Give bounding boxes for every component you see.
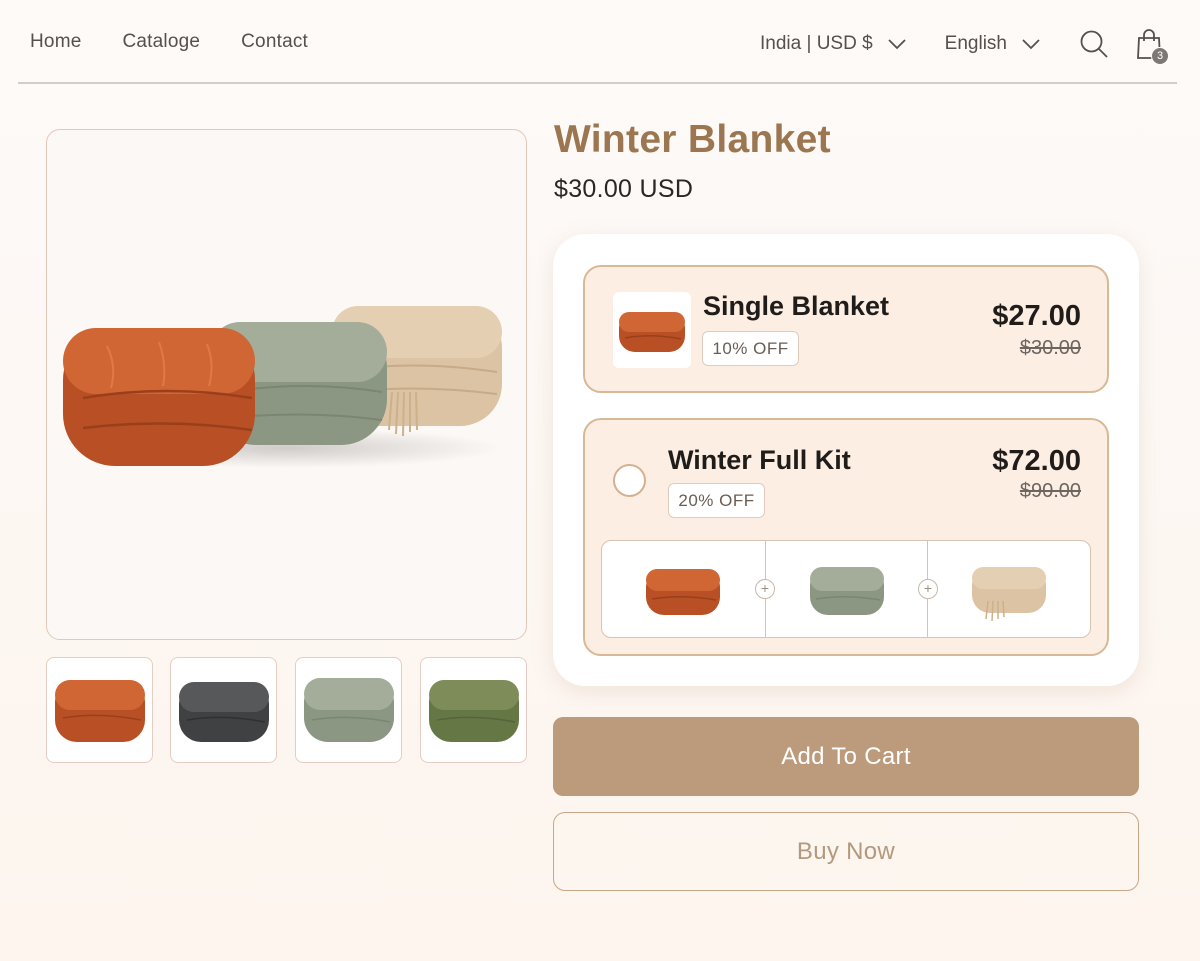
region-label: India | USD $: [760, 33, 873, 54]
nav-cataloge[interactable]: Cataloge: [122, 31, 200, 53]
chevron-down-icon: [888, 39, 906, 50]
cart-count-badge: 3: [1151, 47, 1169, 65]
kit-items-row: + +: [601, 540, 1091, 638]
language-selector[interactable]: English: [945, 33, 1041, 55]
header-actions: India | USD $ English 3: [760, 22, 1177, 66]
plus-icon: +: [918, 579, 938, 599]
search-icon: [1080, 30, 1108, 58]
discount-badge: 20% OFF: [668, 483, 765, 518]
kit-radio-button[interactable]: [613, 464, 646, 497]
plus-icon: +: [755, 579, 775, 599]
language-label: English: [944, 33, 1007, 54]
buy-now-button[interactable]: Buy Now: [553, 812, 1139, 891]
option-winter-full-kit[interactable]: Winter Full Kit 20% OFF $72.00 $90.00 + …: [583, 418, 1109, 656]
add-to-cart-button[interactable]: Add To Cart: [553, 717, 1139, 796]
main-nav: Home Cataloge Contact: [30, 31, 349, 53]
chevron-down-icon: [1022, 39, 1040, 50]
nav-home[interactable]: Home: [30, 31, 81, 53]
kit-item-sage: [765, 541, 928, 637]
folded-blankets-image: [63, 306, 502, 468]
olive-blanket-thumb: [429, 680, 519, 742]
option-name: Single Blanket: [703, 291, 890, 321]
site-header: Home Cataloge Contact India | USD $ Engl…: [18, 0, 1177, 84]
region-selector[interactable]: India | USD $: [760, 33, 907, 55]
orange-blanket-thumb: [55, 680, 145, 742]
option-price: $27.00: [992, 300, 1081, 332]
kit-item-orange: [602, 541, 765, 637]
option-old-price: $90.00: [1019, 480, 1081, 502]
option-name: Winter Full Kit: [668, 445, 851, 475]
thumbnail-sage[interactable]: [295, 657, 402, 763]
product-title: Winter Blanket: [554, 118, 831, 161]
discount-badge: 10% OFF: [702, 331, 799, 366]
bundle-options-card: Single Blanket 10% OFF $27.00 $30.00 Win…: [553, 234, 1139, 686]
cart-button[interactable]: 3: [1136, 28, 1169, 65]
thumbnail-olive[interactable]: [420, 657, 527, 763]
single-blanket-image: [613, 292, 691, 368]
sage-blanket-thumb: [304, 678, 394, 742]
nav-contact[interactable]: Contact: [241, 31, 308, 53]
thumbnail-charcoal[interactable]: [170, 657, 277, 763]
product-price: $30.00 USD: [554, 175, 694, 203]
option-old-price: $30.00: [1019, 337, 1081, 359]
thumbnail-orange[interactable]: [46, 657, 153, 763]
search-button[interactable]: [1079, 29, 1109, 59]
kit-item-beige: [928, 541, 1091, 637]
thumbnail-strip: [46, 657, 527, 763]
option-price: $72.00: [992, 445, 1081, 477]
charcoal-blanket-thumb: [179, 682, 269, 742]
product-main-image[interactable]: [46, 129, 527, 640]
option-single-blanket[interactable]: Single Blanket 10% OFF $27.00 $30.00: [583, 265, 1109, 393]
